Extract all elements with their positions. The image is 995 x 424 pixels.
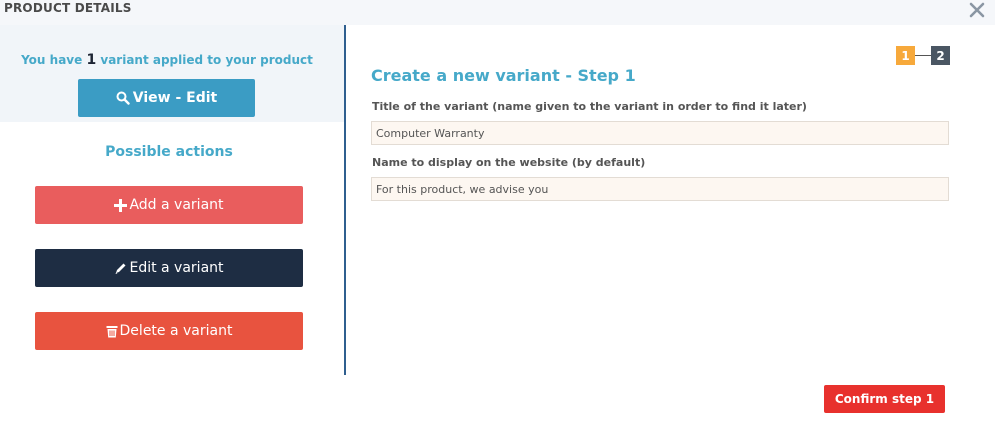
modal-title: PRODUCT DETAILS bbox=[4, 1, 132, 15]
confirm-step-button[interactable]: Confirm step 1 bbox=[824, 385, 945, 413]
variant-count-suffix: variant applied to your product bbox=[96, 53, 313, 67]
delete-variant-button[interactable]: Delete a variant bbox=[35, 312, 303, 350]
add-variant-label: Add a variant bbox=[129, 197, 224, 213]
modal-header: PRODUCT DETAILS bbox=[0, 0, 995, 25]
close-icon[interactable] bbox=[968, 1, 986, 19]
step-title: Create a new variant - Step 1 bbox=[371, 66, 636, 85]
variant-count-text: You have 1 variant applied to your produ… bbox=[0, 52, 334, 68]
pencil-icon bbox=[115, 263, 126, 274]
variant-title-label: Title of the variant (name given to the … bbox=[372, 100, 807, 113]
add-variant-button[interactable]: Add a variant bbox=[35, 186, 303, 224]
display-name-input[interactable] bbox=[371, 177, 949, 201]
edit-variant-label: Edit a variant bbox=[129, 260, 224, 276]
variant-title-input[interactable] bbox=[371, 121, 949, 145]
variant-count-number: 1 bbox=[86, 52, 97, 68]
display-name-label: Name to display on the website (by defau… bbox=[372, 156, 646, 169]
variant-count-prefix: You have bbox=[21, 53, 87, 67]
plus-icon bbox=[114, 198, 128, 212]
panel-divider bbox=[344, 25, 346, 375]
view-edit-button[interactable]: View - Edit bbox=[78, 79, 255, 117]
step-connector bbox=[915, 55, 931, 56]
step-indicator: 1 2 bbox=[896, 46, 952, 65]
step-1-badge: 1 bbox=[896, 46, 915, 65]
edit-variant-button[interactable]: Edit a variant bbox=[35, 249, 303, 287]
step-2-badge[interactable]: 2 bbox=[931, 46, 950, 65]
view-edit-label: View - Edit bbox=[132, 90, 218, 106]
search-icon bbox=[116, 91, 130, 105]
trash-icon bbox=[106, 325, 118, 337]
variant-summary-panel: You have 1 variant applied to your produ… bbox=[0, 25, 344, 122]
possible-actions-heading: Possible actions bbox=[105, 144, 233, 160]
delete-variant-label: Delete a variant bbox=[119, 323, 233, 339]
